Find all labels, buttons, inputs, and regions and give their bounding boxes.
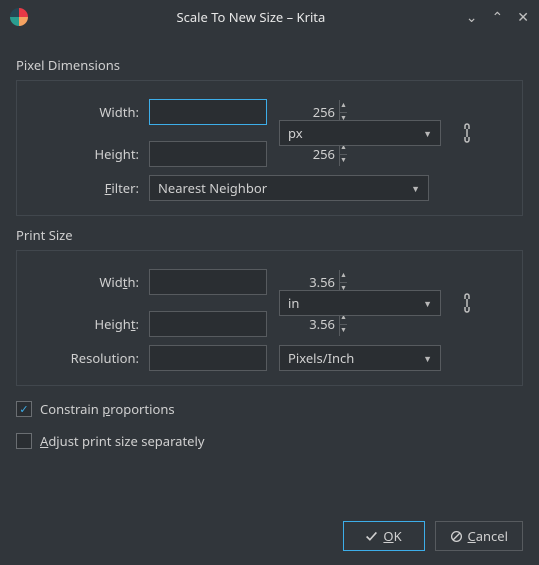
titlebar: Scale To New Size – Krita ⌄ ⌃ ✕ — [0, 0, 539, 34]
pixel-aspect-link-icon[interactable] — [459, 122, 475, 144]
resolution-unit-select[interactable]: Pixels/Inch ▼ — [279, 345, 441, 371]
minimize-icon[interactable]: ⌄ — [466, 8, 478, 27]
pixel-width-spinner[interactable]: ▲ ▼ — [149, 99, 267, 125]
krita-app-icon — [10, 8, 28, 26]
print-width-label: Width: — [31, 273, 149, 291]
pixel-unit-select[interactable]: px ▼ — [279, 120, 441, 146]
cancel-button[interactable]: Cancel — [435, 521, 523, 551]
print-size-label: Print Size — [16, 226, 523, 244]
resolution-label: Resolution: — [31, 349, 149, 367]
pixel-unit-value: px — [288, 124, 423, 142]
print-size-panel: Width: ▲ ▼ Height: ▲ — [16, 250, 523, 386]
ok-button[interactable]: OK — [343, 521, 425, 551]
filter-select[interactable]: Nearest Neighbor ▼ — [149, 175, 429, 201]
spinner-down-icon[interactable]: ▼ — [340, 155, 347, 167]
chevron-down-icon: ▼ — [423, 127, 432, 140]
pixel-height-spinner[interactable]: ▲ ▼ — [149, 141, 267, 167]
print-aspect-link-icon[interactable] — [459, 292, 475, 314]
filter-value: Nearest Neighbor — [158, 179, 411, 197]
close-icon[interactable]: ✕ — [517, 8, 529, 27]
maximize-icon[interactable]: ⌃ — [492, 8, 504, 27]
chevron-down-icon: ▼ — [411, 182, 420, 195]
print-width-spinner[interactable]: ▲ ▼ — [149, 269, 267, 295]
adjust-print-size-label: Adjust print size separately — [40, 432, 204, 450]
constrain-proportions-label: Constrain proportions — [40, 400, 175, 418]
filter-label: Filter: — [31, 179, 149, 197]
spinner-up-icon[interactable]: ▲ — [340, 100, 347, 113]
spinner-down-icon[interactable]: ▼ — [340, 325, 347, 337]
adjust-print-size-checkbox[interactable] — [16, 433, 32, 449]
pixel-dimensions-panel: Width: ▲ ▼ Height: ▲ — [16, 80, 523, 216]
chevron-down-icon: ▼ — [423, 297, 432, 310]
adjust-print-size-row[interactable]: Adjust print size separately — [16, 432, 523, 450]
print-height-label: Height: — [31, 315, 149, 333]
resolution-unit-value: Pixels/Inch — [288, 349, 423, 367]
window-title: Scale To New Size – Krita — [36, 8, 466, 26]
check-icon — [365, 530, 378, 543]
window-controls: ⌄ ⌃ ✕ — [466, 8, 529, 27]
resolution-spinner[interactable]: ▲ ▼ — [149, 345, 267, 371]
print-height-spinner[interactable]: ▲ ▼ — [149, 311, 267, 337]
chevron-down-icon: ▼ — [423, 352, 432, 365]
constrain-proportions-row[interactable]: ✓ Constrain proportions — [16, 400, 523, 418]
pixel-height-label: Height: — [31, 145, 149, 163]
spinner-up-icon[interactable]: ▲ — [340, 270, 347, 283]
print-unit-select[interactable]: in ▼ — [279, 290, 441, 316]
print-unit-value: in — [288, 294, 423, 312]
constrain-proportions-checkbox[interactable]: ✓ — [16, 401, 32, 417]
cancel-icon — [450, 530, 463, 543]
pixel-width-label: Width: — [31, 103, 149, 121]
pixel-dimensions-label: Pixel Dimensions — [16, 56, 523, 74]
